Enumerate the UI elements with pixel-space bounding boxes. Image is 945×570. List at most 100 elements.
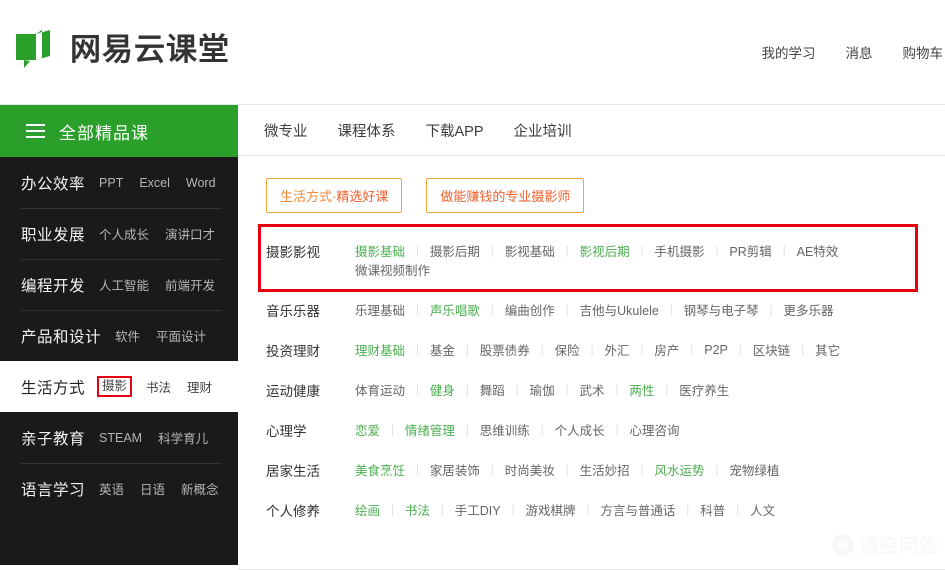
category-title[interactable]: 音乐乐器 bbox=[266, 289, 344, 320]
category-link[interactable]: 美食烹饪 bbox=[344, 460, 416, 479]
site-title: 网易云课堂 bbox=[70, 31, 230, 68]
category-link[interactable]: 健身 bbox=[419, 380, 466, 399]
sidebar-subitem-list: PPT Excel Word bbox=[97, 175, 218, 191]
category-link[interactable]: AE特效 bbox=[786, 241, 850, 260]
main-nav-micro-major[interactable]: 微专业 bbox=[264, 120, 308, 141]
category-link[interactable]: 其它 bbox=[804, 340, 851, 359]
sidebar-bottom-filler bbox=[0, 565, 238, 570]
sidebar-item-5[interactable]: 亲子教育 STEAM 科学育儿 bbox=[0, 412, 238, 463]
category-link[interactable]: 书法 bbox=[394, 500, 441, 519]
category-link[interactable]: 编曲创作 bbox=[494, 300, 566, 319]
header-nav-my-learning[interactable]: 我的学习 bbox=[762, 42, 816, 62]
category-title[interactable]: 投资理财 bbox=[266, 329, 344, 360]
category-link[interactable]: 家居装饰 bbox=[419, 460, 491, 479]
sidebar-item-2[interactable]: 编程开发 人工智能 前端开发 bbox=[0, 259, 238, 310]
category-title[interactable]: 心理学 bbox=[266, 409, 344, 440]
main-nav-download-app[interactable]: 下载APP bbox=[426, 120, 484, 141]
category-link[interactable]: 微课视频制作 bbox=[344, 260, 441, 279]
category-title[interactable]: 运动健康 bbox=[266, 369, 344, 400]
category-link[interactable]: P2P bbox=[693, 343, 739, 357]
category-link[interactable]: 手机摄影 bbox=[644, 241, 716, 260]
main-nav-enterprise-training[interactable]: 企业培训 bbox=[514, 120, 572, 141]
category-link[interactable]: 保险 bbox=[544, 340, 591, 359]
category-link[interactable]: 摄影基础 bbox=[344, 241, 416, 260]
category-title[interactable]: 摄影影视 bbox=[266, 229, 344, 261]
sidebar-subitem[interactable]: 摄影 bbox=[97, 376, 133, 397]
sidebar-subitem[interactable]: 前端开发 bbox=[163, 274, 217, 295]
category-link[interactable]: 手工DIY bbox=[444, 500, 512, 519]
sidebar-subitem[interactable]: 英语 bbox=[97, 478, 126, 499]
category-link[interactable]: 科普 bbox=[689, 500, 736, 519]
category-link[interactable]: 体育运动 bbox=[344, 380, 416, 399]
category-link[interactable]: 理财基础 bbox=[344, 340, 416, 359]
category-link[interactable]: 情绪管理 bbox=[394, 420, 466, 439]
page-root: 网易云课堂 我的学习 消息 购物车 全部精品课 办公效率 PPT Excel Word… bbox=[0, 0, 945, 570]
category-title[interactable]: 居家生活 bbox=[266, 449, 344, 480]
sidebar-subitem[interactable]: 日语 bbox=[138, 478, 167, 499]
promo-accent: 做能赚钱的专业摄影师 bbox=[440, 189, 571, 204]
sidebar-subitem[interactable]: 理财 bbox=[185, 376, 214, 397]
sidebar-item-3[interactable]: 产品和设计 软件 平面设计 bbox=[0, 310, 238, 361]
sidebar-subitem-list: 人工智能 前端开发 bbox=[97, 274, 217, 295]
category-link[interactable]: 医疗养生 bbox=[668, 380, 740, 399]
category-link[interactable]: 摄影后期 bbox=[419, 241, 491, 260]
category-link[interactable]: 房产 bbox=[643, 340, 690, 359]
header-nav-shopping-cart[interactable]: 购物车 bbox=[903, 42, 944, 62]
sidebar-item-0[interactable]: 办公效率 PPT Excel Word bbox=[0, 157, 238, 208]
main-nav-course-system[interactable]: 课程体系 bbox=[338, 120, 396, 141]
promo-tag-pro-photographer[interactable]: 做能赚钱的专业摄影师 bbox=[426, 178, 585, 213]
category-link[interactable]: 武术 bbox=[569, 380, 616, 399]
category-link[interactable]: 外汇 bbox=[594, 340, 641, 359]
sidebar-subitem[interactable]: 新概念 bbox=[179, 478, 221, 499]
category-link[interactable]: 声乐唱歌 bbox=[419, 300, 491, 319]
category-link[interactable]: 思维训练 bbox=[469, 420, 541, 439]
category-link[interactable]: 风水运势 bbox=[644, 460, 716, 479]
category-link[interactable]: 乐理基础 bbox=[344, 300, 416, 319]
sidebar-subitem[interactable]: 人工智能 bbox=[97, 274, 151, 295]
header-nav-messages[interactable]: 消息 bbox=[846, 42, 873, 62]
sidebar-item-6[interactable]: 语言学习 英语 日语 新概念 bbox=[0, 463, 238, 514]
category-link[interactable]: 生活妙招 bbox=[569, 460, 641, 479]
category-link[interactable]: 瑜伽 bbox=[519, 380, 566, 399]
sidebar-subitem[interactable]: 演讲口才 bbox=[163, 223, 217, 244]
sidebar-item-1[interactable]: 职业发展 个人成长 演讲口才 bbox=[0, 208, 238, 259]
category-link[interactable]: PR剪辑 bbox=[718, 241, 782, 260]
sidebar-subitem[interactable]: 书法 bbox=[144, 376, 173, 397]
sidebar-subitem-list: 摄影 书法 理财 bbox=[97, 376, 214, 397]
category-link[interactable]: 时尚美妆 bbox=[494, 460, 566, 479]
sidebar-subitem[interactable]: Excel bbox=[137, 175, 172, 191]
sidebar-subitem[interactable]: 平面设计 bbox=[154, 325, 208, 346]
sidebar-subitem[interactable]: 软件 bbox=[113, 325, 142, 346]
category-link[interactable]: 绘画 bbox=[344, 500, 391, 519]
category-row: 投资理财 理财基础 | 基金 | 股票债券 | 保险 | 外汇 | 房产 | P2P | 区块链 | 其它 bbox=[238, 329, 945, 369]
category-link[interactable]: 宠物绿植 bbox=[718, 460, 790, 479]
category-link[interactable]: 基金 bbox=[419, 340, 466, 359]
category-link[interactable]: 影视后期 bbox=[569, 241, 641, 260]
sidebar-header-label: 全部精品课 bbox=[59, 123, 149, 143]
category-link[interactable]: 吉他与Ukulele bbox=[569, 300, 670, 319]
sidebar-subitem[interactable]: PPT bbox=[97, 175, 125, 191]
category-link[interactable]: 心理咨询 bbox=[619, 420, 691, 439]
sidebar-item-4[interactable]: 生活方式 摄影 书法 理财 bbox=[0, 361, 238, 412]
category-link[interactable]: 方言与普通话 bbox=[589, 500, 686, 519]
brand[interactable]: 网易云课堂 bbox=[12, 28, 230, 72]
category-link[interactable]: 钢琴与电子琴 bbox=[673, 300, 770, 319]
category-link[interactable]: 人文 bbox=[739, 500, 786, 519]
category-link[interactable]: 股票债券 bbox=[469, 340, 541, 359]
category-link[interactable]: 影视基础 bbox=[494, 241, 566, 260]
promo-tag-lifestyle-featured-courses[interactable]: 生活方式·精选好课 bbox=[266, 178, 403, 213]
category-link[interactable]: 游戏棋牌 bbox=[514, 500, 586, 519]
category-title[interactable]: 个人修养 bbox=[266, 489, 344, 520]
header-nav: 我的学习 消息 购物车 bbox=[762, 42, 945, 62]
sidebar-subitem[interactable]: 个人成长 bbox=[97, 223, 151, 244]
sidebar-header[interactable]: 全部精品课 bbox=[0, 105, 238, 157]
sidebar-subitem[interactable]: STEAM bbox=[97, 430, 144, 446]
category-link[interactable]: 更多乐器 bbox=[773, 300, 845, 319]
category-link[interactable]: 两性 bbox=[618, 380, 665, 399]
sidebar-subitem[interactable]: 科学育儿 bbox=[156, 427, 210, 448]
category-link[interactable]: 舞蹈 bbox=[469, 380, 516, 399]
category-link[interactable]: 区块链 bbox=[742, 340, 802, 359]
sidebar-subitem[interactable]: Word bbox=[184, 175, 218, 191]
category-link[interactable]: 恋爱 bbox=[344, 420, 391, 439]
category-link[interactable]: 个人成长 bbox=[544, 420, 616, 439]
